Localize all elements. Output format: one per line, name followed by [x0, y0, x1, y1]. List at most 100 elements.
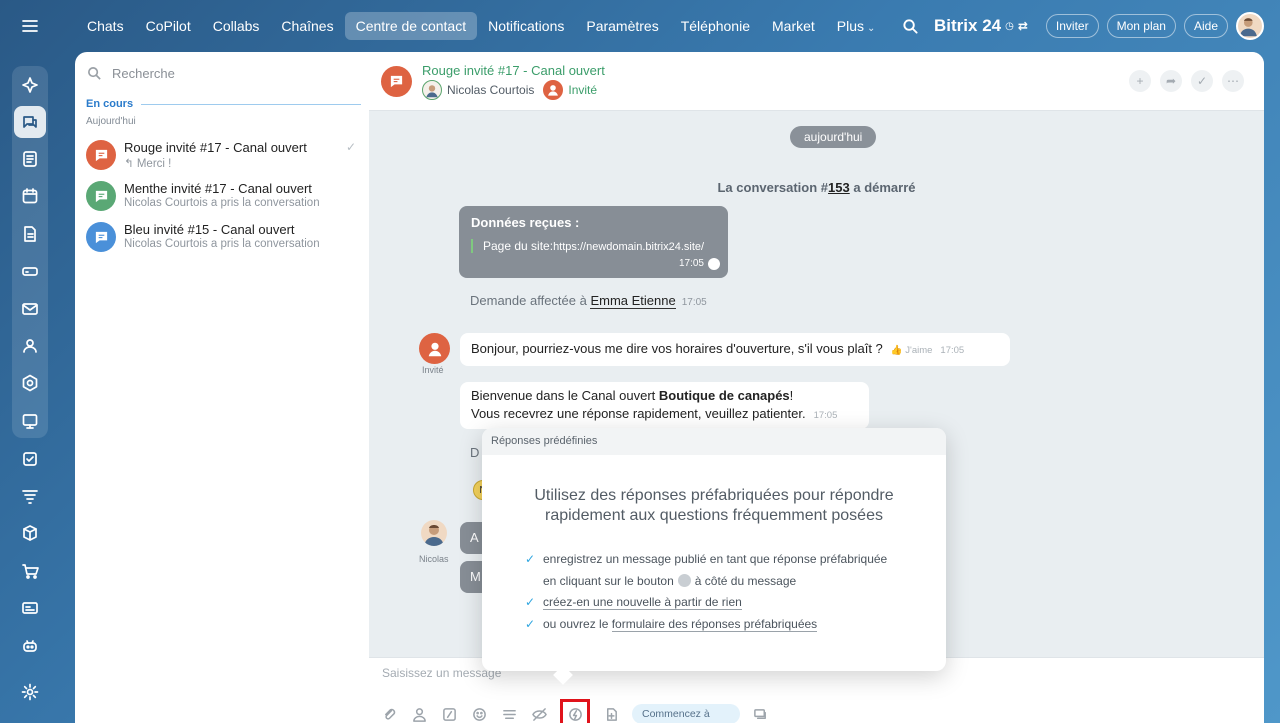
operator-avatar[interactable]: [422, 80, 442, 100]
search-icon[interactable]: [900, 16, 920, 36]
section-header: En cours: [86, 98, 361, 110]
chat-title: Bleu invité #15 - Canal ouvert: [124, 222, 295, 237]
more-icon[interactable]: ⋯: [1222, 70, 1244, 92]
forward-icon[interactable]: ➦: [1160, 70, 1182, 92]
settings-icon[interactable]: [14, 676, 46, 708]
search-icon: [88, 67, 101, 80]
chat-icon[interactable]: [14, 106, 46, 138]
guest-avatar[interactable]: [419, 333, 450, 364]
nav-more[interactable]: Plus ⌄: [826, 12, 887, 40]
conversation-number-link[interactable]: 153: [828, 180, 850, 195]
hide-icon[interactable]: [530, 705, 548, 723]
lightning-icon: [568, 707, 582, 721]
partial-system-text: D: [470, 445, 480, 460]
chat-window-icon[interactable]: [752, 705, 770, 723]
chat-list-item[interactable]: Menthe invité #17 - Canal ouvert Nicolas…: [86, 177, 362, 215]
plan-button[interactable]: Mon plan: [1106, 14, 1176, 38]
form-icon[interactable]: [440, 705, 458, 723]
like-button[interactable]: 👍 J'aime: [891, 345, 933, 356]
drive-icon[interactable]: [14, 255, 46, 287]
chat-last-message: Nicolas Courtois a pris la conversation: [124, 238, 320, 250]
chat-last-message: Merci !: [136, 158, 172, 170]
nav-copilot[interactable]: CoPilot: [135, 12, 202, 40]
chat-title: Rouge invité #17 - Canal ouvert: [124, 140, 307, 155]
nav-telephony[interactable]: Téléphonie: [670, 12, 761, 40]
section-label: En cours: [86, 98, 134, 110]
operator-name[interactable]: Nicolas Courtois: [447, 83, 534, 97]
contacts-icon[interactable]: [14, 330, 46, 362]
nav-market[interactable]: Market: [761, 12, 826, 40]
popup-tip: ✓ créez-en une nouvelle à partir de rien: [525, 595, 887, 617]
user-avatar[interactable]: [1236, 12, 1264, 40]
search-field[interactable]: Recherche: [87, 66, 175, 81]
user-icon[interactable]: [410, 705, 428, 723]
conv-prefix: La conversation #: [717, 180, 829, 195]
predefined-replies-button[interactable]: [560, 699, 590, 723]
smile-icon[interactable]: [470, 705, 488, 723]
doc-add-icon[interactable]: [602, 705, 620, 723]
add-icon[interactable]: +: [1129, 70, 1151, 92]
openline-avatar-icon: [86, 140, 116, 170]
guest-avatar[interactable]: [543, 80, 564, 100]
received-data-message: Données reçues : Page du site:https://ne…: [459, 206, 728, 278]
filter-icon[interactable]: [14, 480, 46, 512]
tip-text: ou ouvrez le: [543, 616, 612, 631]
nav-contact-center[interactable]: Centre de contact: [344, 12, 478, 40]
attach-icon[interactable]: [380, 705, 398, 723]
calendar-icon[interactable]: [14, 180, 46, 212]
check-icon: ✓: [525, 616, 536, 631]
conv-suffix: a démarré: [849, 180, 916, 195]
mail-icon[interactable]: [14, 293, 46, 325]
popup-tip: ✓ ou ouvrez le formulaire des réponses pr…: [525, 616, 887, 639]
chat-header-title[interactable]: Rouge invité #17 - Canal ouvert: [422, 63, 605, 78]
quick-list-icon[interactable]: [500, 705, 518, 723]
finish-check-icon[interactable]: ✓: [1191, 70, 1213, 92]
predefined-replies-popup: Réponses prédéfinies Utilisez des répons…: [482, 428, 946, 685]
help-button[interactable]: Aide: [1183, 14, 1228, 38]
cart-icon[interactable]: [14, 555, 46, 587]
create-new-link[interactable]: créez-en une nouvelle à partir de rien: [543, 595, 742, 610]
popup-tip: ✓ enregistrez un message publié en tant q…: [525, 552, 887, 574]
invite-button[interactable]: Inviter: [1045, 14, 1099, 38]
chat-subtitle: ↰ Merci !: [124, 156, 171, 170]
hexagon-icon[interactable]: [14, 367, 46, 399]
robot-icon[interactable]: [14, 630, 46, 662]
tasks-icon[interactable]: [14, 443, 46, 475]
start-conversation-chip[interactable]: Commencez à: [632, 704, 740, 723]
board-icon[interactable]: [14, 405, 46, 437]
nav-settings[interactable]: Paramètres: [575, 12, 669, 40]
nav-channels[interactable]: Chaînes: [270, 12, 344, 40]
message-time: 17:05: [813, 410, 838, 421]
guest-message[interactable]: Bonjour, pourriez-vous me dire vos horai…: [460, 333, 1010, 366]
assign-text: Demande affectée à: [470, 293, 591, 308]
section-divider: [141, 103, 361, 105]
like-label: J'aime: [905, 345, 933, 356]
tip-text: enregistrez un message publié en tant qu…: [543, 552, 888, 566]
chat-list-item[interactable]: Bleu invité #15 - Canal ouvert Nicolas C…: [86, 218, 362, 256]
message-time: 17:05: [678, 258, 704, 269]
toggle-icon: ⇄: [1017, 19, 1028, 33]
chat-list-item[interactable]: Rouge invité #17 - Canal ouvert ↰ Merci …: [86, 136, 362, 174]
brand-logo[interactable]: Bitrix 24 ◷ ⇄: [934, 16, 1028, 36]
chat-list-panel: Recherche En cours Aujourd'hui Rouge inv…: [75, 52, 369, 723]
predefined-form-link[interactable]: formulaire des réponses préfabriquées: [611, 616, 818, 632]
guest-label[interactable]: Invité: [568, 83, 597, 97]
message-input[interactable]: Saisissez un message: [382, 666, 501, 680]
card-icon[interactable]: [14, 592, 46, 624]
received-data-url[interactable]: https://newdomain.bitrix24.site/: [553, 241, 704, 253]
nav-collabs[interactable]: Collabs: [202, 12, 271, 40]
clock-icon: ◷: [1005, 20, 1014, 32]
chat-participants: Nicolas Courtois Invité: [422, 80, 597, 100]
box-icon[interactable]: [14, 517, 46, 549]
message-time: 17:05: [940, 345, 965, 356]
menu-icon[interactable]: [14, 10, 46, 42]
feed-icon[interactable]: [14, 143, 46, 175]
nav-notifications[interactable]: Notifications: [477, 12, 575, 40]
sparkle-icon[interactable]: [14, 69, 46, 101]
welcome-message[interactable]: Bienvenue dans le Canal ouvert Boutique …: [460, 382, 869, 429]
operator-name: Nicolas: [419, 554, 449, 564]
document-icon[interactable]: [14, 218, 46, 250]
assigned-user-link[interactable]: Emma Etienne: [590, 293, 676, 309]
operator-avatar[interactable]: [421, 520, 447, 546]
nav-chats[interactable]: Chats: [76, 12, 135, 40]
